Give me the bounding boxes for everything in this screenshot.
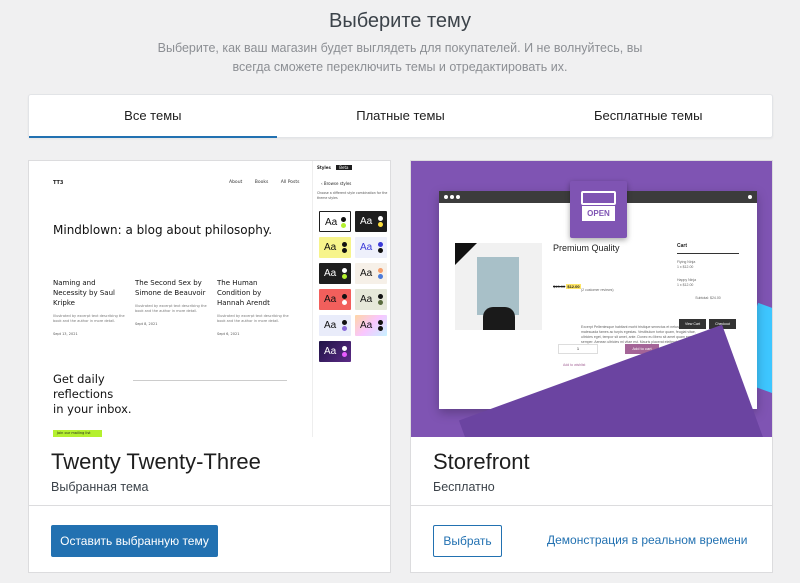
page-subtitle: Выберите, как ваш магазин будет выглядет… [150, 39, 650, 77]
page-title: Выберите тему [328, 10, 471, 32]
theme-card-footer: Выбрать Демонстрация в реальном времени [411, 505, 772, 572]
theme-card-storefront: (2 customer reviews) Excerpt Pellentesqu… [410, 160, 773, 573]
browse-styles-description: Choose a different style combination for… [317, 191, 388, 200]
open-shop-icon: OPEN [570, 181, 627, 238]
keep-current-theme-button[interactable]: Оставить выбранную тему [51, 525, 218, 557]
tab-free-themes[interactable]: Бесплатные темы [524, 95, 772, 137]
theme-name: Twenty Twenty-Three [51, 449, 261, 474]
view-cart-button: View Cart [679, 319, 706, 329]
subtitle-line-1: Выберите, как ваш магазин будет выглядет… [157, 41, 643, 55]
tab-paid-themes[interactable]: Платные темы [277, 95, 525, 137]
style-swatch: Aa [319, 315, 351, 336]
quantity-field: 1 [558, 344, 598, 354]
style-swatch: Aa [319, 341, 351, 362]
tt3-daily-line: in your inbox. [53, 402, 132, 416]
style-swatch: Aa [355, 237, 387, 258]
sale-badge [455, 243, 477, 265]
style-swatch: Aa [319, 263, 351, 284]
swatch-label: Aa [360, 216, 373, 227]
tt3-nav-item: All Posts [280, 180, 300, 185]
theme-preview-storefront[interactable]: (2 customer reviews) Excerpt Pellentesqu… [411, 161, 772, 437]
sale-price: $12.00 [566, 284, 581, 289]
tt3-nav-item: About [229, 180, 243, 185]
theme-filter-tabs: Все темы Платные темы Бесплатные темы [28, 94, 773, 138]
tt3-screenshot: TT3 About Books All Posts Mindblown: a b… [29, 161, 390, 437]
style-swatch: Aa [319, 289, 351, 310]
tt3-daily-line: Get daily [53, 372, 105, 386]
tt3-divider [133, 380, 287, 381]
theme-card-twenty-twenty-three: TT3 About Books All Posts Mindblown: a b… [28, 160, 391, 573]
tt3-daily-line: reflections [53, 387, 114, 401]
style-swatch: Aa [355, 211, 387, 232]
swatch-label: Aa [324, 294, 337, 305]
tt3-post-excerpt: Illustrated by excerpt text describing t… [135, 304, 207, 313]
theme-preview-tt3[interactable]: TT3 About Books All Posts Mindblown: a b… [29, 161, 390, 437]
product-model [483, 307, 515, 330]
tt3-headline: Mindblown: a blog about philosophy. [53, 223, 273, 237]
tt3-post-date: Sept 6, 2021 [217, 332, 240, 336]
awning-icon [581, 191, 616, 205]
tt3-post: Naming and Necessity by Saul Kripke Illu… [53, 278, 125, 339]
style-swatch: Aa [355, 263, 387, 284]
tt3-post: The Human Condition by Hannah Arendt Ill… [217, 278, 289, 339]
browse-styles-text: Browse styles [323, 181, 352, 186]
tt3-post-title: The Human Condition by Hannah Arendt [217, 279, 270, 307]
select-theme-button[interactable]: Выбрать [433, 525, 502, 557]
swatch-label: Aa [360, 268, 373, 279]
tt3-post-excerpt: Illustrated by excerpt text describing t… [217, 314, 289, 323]
swatch-label: Aa [324, 346, 337, 357]
product-title: Premium Quality [553, 243, 620, 253]
storefront-screenshot: (2 customer reviews) Excerpt Pellentesqu… [411, 161, 772, 437]
open-sign: OPEN [582, 206, 615, 221]
product-reviews: (2 customer reviews) [581, 288, 614, 292]
tt3-daily-text: Get daily reflections in your inbox. [53, 372, 132, 417]
cart-item-qty: 1 x $12.00 [677, 283, 694, 287]
live-demo-link[interactable]: Демонстрация в реальном времени [547, 533, 747, 547]
cart-widget: Cart Flying Ninja 1 x $12.00 Happy Ninja… [677, 243, 739, 301]
style-panel-tag: Beta [336, 165, 352, 170]
tab-all-themes[interactable]: Все темы [29, 95, 277, 138]
cart-subtotal: Subtotal: $24.00 [695, 296, 721, 300]
theme-name: Storefront [433, 449, 530, 474]
swatch-label: Aa [324, 320, 337, 331]
style-swatch: Aa [355, 315, 387, 336]
swatch-label: Aa [324, 242, 337, 253]
swatch-label: Aa [325, 217, 338, 228]
theme-status: Бесплатно [433, 480, 495, 494]
style-swatch: Aa [355, 289, 387, 310]
cart-title: Cart [677, 243, 739, 254]
style-swatch: Aa [319, 237, 351, 258]
theme-card-footer: Оставить выбранную тему [29, 505, 390, 572]
style-swatch: Aa [319, 211, 351, 232]
tt3-post-title: Naming and Necessity by Saul Kripke [53, 279, 115, 307]
cart-item-qty: 1 x $12.00 [677, 265, 694, 269]
style-panel-title: Styles [317, 165, 331, 170]
tt3-post-title: The Second Sex by Simone de Beauvoir [135, 279, 206, 297]
tt3-nav-item: Books [254, 180, 269, 185]
tt3-post-date: Sept 8, 2021 [135, 322, 158, 326]
theme-status: Выбранная тема [51, 480, 149, 494]
subtitle-line-2: всегда сможете переключить темы и отреда… [232, 60, 568, 74]
swatch-label: Aa [360, 294, 373, 305]
tt3-style-panel: Styles Beta ‹ Browse styles Choose a dif… [312, 161, 390, 437]
wishlist-link: Add to wishlist [563, 363, 586, 367]
tt3-post-date: Sept 13, 2021 [53, 332, 78, 336]
tt3-nav: About Books All Posts [229, 180, 311, 185]
swatch-label: Aa [360, 320, 373, 331]
old-price: $15.00 [553, 284, 566, 289]
tt3-logo: TT3 [53, 180, 64, 186]
product-price: $15.00 $12.00 [553, 284, 581, 289]
swatch-label: Aa [324, 268, 337, 279]
swatch-label: Aa [360, 242, 373, 253]
style-panel-header: Styles Beta [317, 165, 352, 170]
tt3-post: The Second Sex by Simone de Beauvoir Ill… [135, 278, 207, 329]
tt3-post-excerpt: Illustrated by excerpt text describing t… [53, 314, 125, 323]
browse-styles-label: ‹ Browse styles [321, 181, 352, 186]
tt3-cta: Join our mailing list [53, 430, 102, 437]
